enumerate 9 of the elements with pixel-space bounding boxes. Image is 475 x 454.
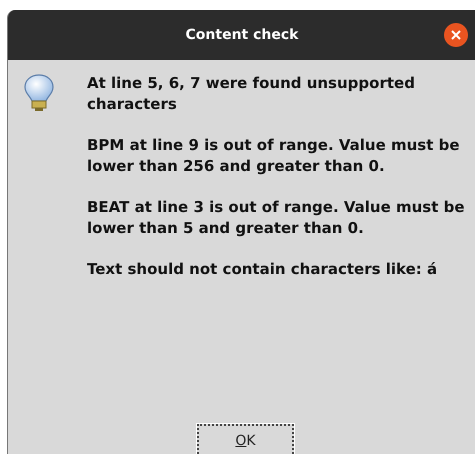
close-icon xyxy=(451,30,461,40)
close-button[interactable] xyxy=(444,23,468,47)
message-text: Text should not contain characters like: á xyxy=(87,259,438,280)
lightbulb-icon xyxy=(22,73,56,113)
message-text: At line 5, 6, 7 were found unsupported characters xyxy=(87,73,416,115)
message-text: BEAT at line 3 is out of range. Value must be lower than 5 and greater than 0. xyxy=(87,197,466,239)
ok-button[interactable]: OK xyxy=(197,424,294,454)
window-title: Content check xyxy=(186,27,298,43)
message-text: BPM at line 9 is out of range. Value must be lower than 256 and greater than 0. xyxy=(87,135,461,177)
